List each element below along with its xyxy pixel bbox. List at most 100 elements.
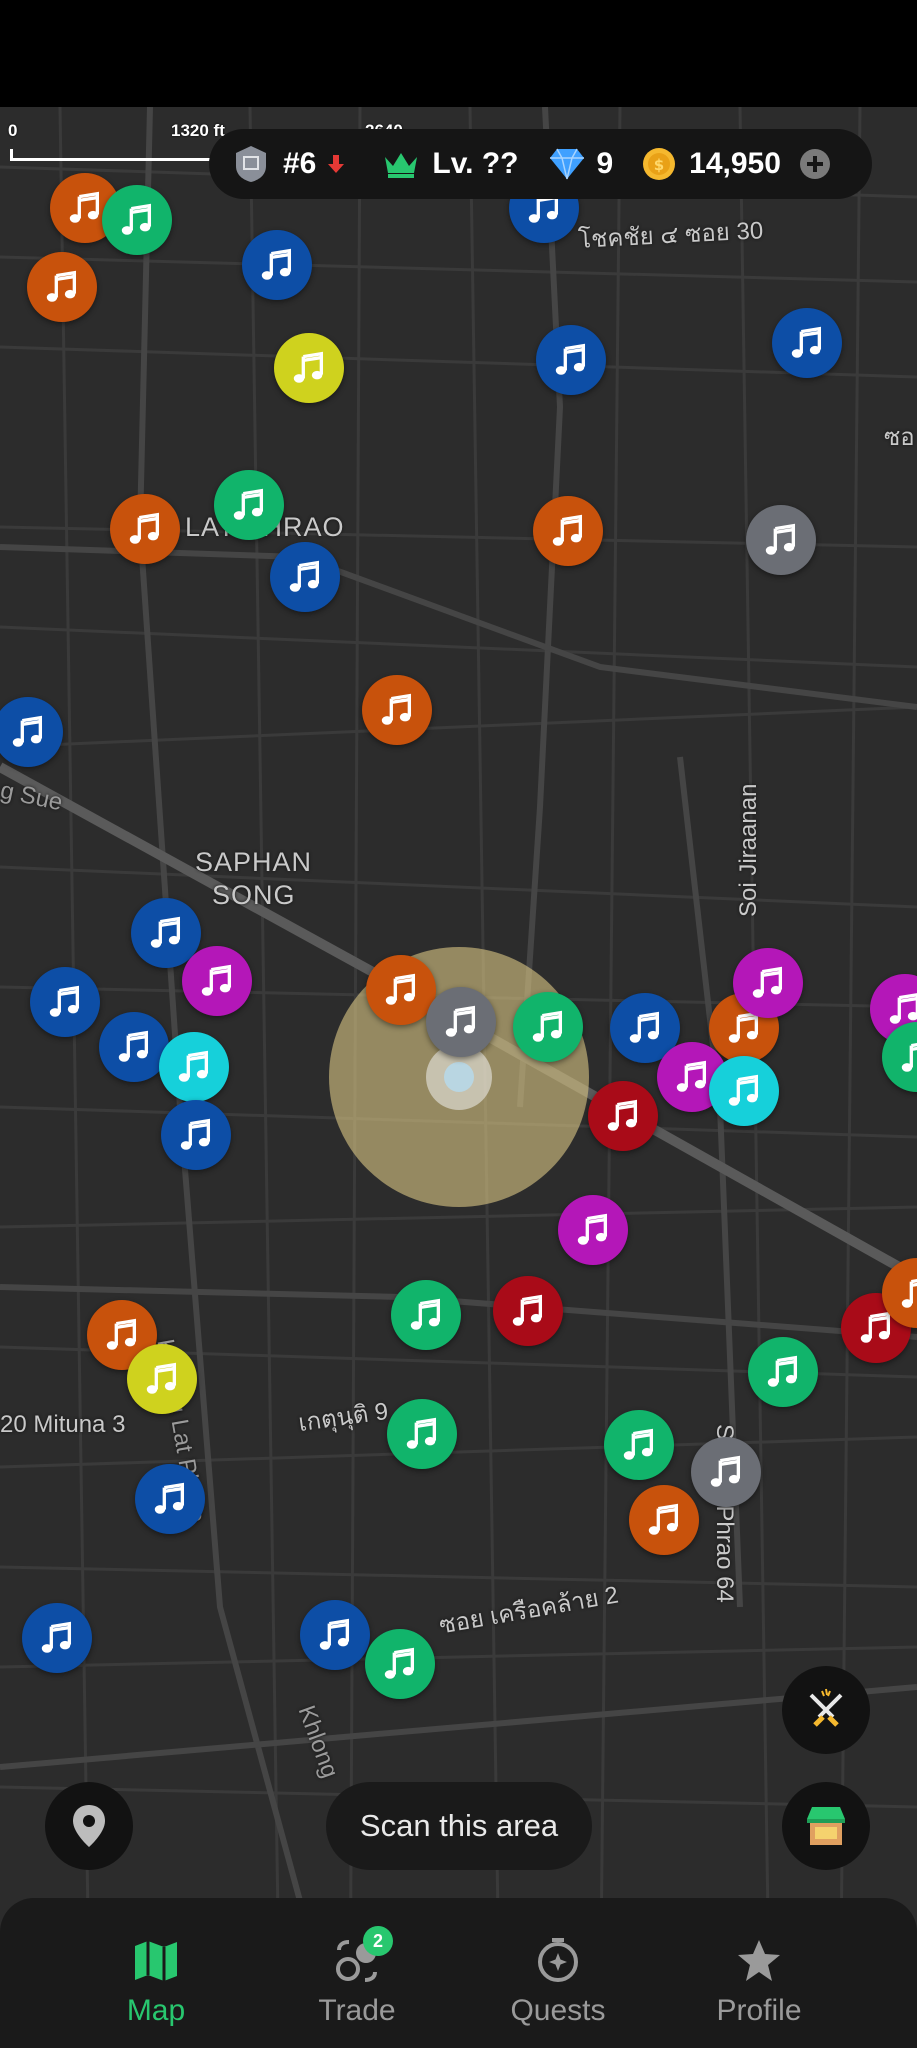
music-note-icon [201, 964, 232, 996]
music-note-icon [293, 351, 324, 383]
street-label-soi-jiraanan: Soi Jiraanan [735, 783, 762, 917]
top-hud[interactable]: #6 Lv. ?? 9 $ 14,950 [209, 129, 872, 199]
music-note-icon [46, 270, 77, 302]
music-note-icon [623, 1428, 654, 1460]
music-pin-blue[interactable] [242, 230, 312, 300]
music-pin-green[interactable] [387, 1399, 457, 1469]
music-pin-yellow[interactable] [127, 1344, 197, 1414]
music-pin-green[interactable] [365, 1629, 435, 1699]
gem-display[interactable]: 9 [548, 147, 613, 181]
music-note-icon [901, 1043, 917, 1072]
battle-button[interactable] [782, 1666, 870, 1754]
music-note-icon [765, 523, 796, 555]
map-icon [135, 1941, 177, 1981]
location-pin-icon [73, 1805, 105, 1847]
music-pin-red[interactable] [493, 1276, 563, 1346]
music-pin-orange[interactable] [533, 496, 603, 566]
bottom-nav: Map 2 Trade Quests Profile [0, 1898, 917, 2048]
music-note-icon [106, 1318, 137, 1350]
music-note-icon [512, 1294, 543, 1326]
quests-icon [538, 1938, 578, 1982]
svg-text:$: $ [654, 156, 664, 174]
music-pin-green[interactable] [391, 1280, 461, 1350]
music-pin-gray[interactable] [691, 1437, 761, 1507]
music-note-icon [154, 1482, 185, 1514]
music-pin-green[interactable] [214, 470, 284, 540]
rank-value: #6 [283, 147, 317, 180]
music-pin-magenta[interactable] [182, 946, 252, 1016]
tab-trade[interactable]: 2 Trade [277, 1926, 437, 2038]
music-note-icon [532, 1010, 563, 1042]
music-pin-green[interactable] [604, 1410, 674, 1480]
tab-quests[interactable]: Quests [478, 1938, 638, 2038]
music-pin-blue[interactable] [300, 1600, 370, 1670]
music-note-icon [41, 1621, 72, 1653]
shop-button[interactable] [782, 1782, 870, 1870]
music-pin-blue[interactable] [270, 542, 340, 612]
level-value: Lv. ?? [432, 147, 519, 180]
music-pin-blue[interactable] [536, 325, 606, 395]
music-pin-red[interactable] [588, 1081, 658, 1151]
music-note-icon [118, 1030, 149, 1062]
scan-area-button[interactable]: Scan this area [326, 1782, 592, 1870]
music-pin-orange[interactable] [629, 1485, 699, 1555]
coin-count: 14,950 [689, 147, 781, 180]
music-note-icon [901, 1279, 917, 1308]
location-button[interactable] [45, 1782, 133, 1870]
music-note-icon [121, 203, 152, 235]
tab-profile[interactable]: Profile [679, 1938, 839, 2038]
music-pin-green[interactable] [102, 185, 172, 255]
gem-count: 9 [596, 147, 614, 180]
music-pin-green[interactable] [748, 1337, 818, 1407]
music-pin-orange[interactable] [27, 252, 97, 322]
map-view[interactable]: 0 1320 ft 2640 ft LAT PHRAO SAPHAN SONG … [0, 107, 917, 2048]
music-note-icon [129, 512, 160, 544]
music-pin-cyan[interactable] [159, 1032, 229, 1102]
music-note-icon [381, 693, 412, 725]
music-note-icon [49, 985, 80, 1017]
music-pin-blue[interactable] [161, 1100, 231, 1170]
add-coins-button[interactable] [799, 148, 831, 180]
coin-display[interactable]: $ 14,950 [641, 146, 781, 182]
music-note-icon [410, 1298, 441, 1330]
music-pin-orange[interactable] [366, 955, 436, 1025]
music-pin-gray[interactable] [426, 987, 496, 1057]
music-note-icon [69, 191, 100, 223]
coin-icon: $ [643, 148, 676, 180]
music-note-icon [767, 1355, 798, 1387]
music-pin-blue[interactable] [22, 1603, 92, 1673]
map-scale: 0 1320 ft 2640 ft [8, 113, 403, 163]
music-pin-blue[interactable] [772, 308, 842, 378]
music-pin-green[interactable] [513, 992, 583, 1062]
music-note-icon [791, 326, 822, 358]
district-label-song: SONG [212, 880, 296, 910]
rank-down-arrow-icon [328, 155, 345, 173]
music-pin-yellow[interactable] [274, 333, 344, 403]
tab-map[interactable]: Map [76, 1938, 236, 2038]
music-pin-blue[interactable] [135, 1464, 205, 1534]
rank-display[interactable]: #6 [233, 144, 346, 184]
gem-icon [550, 148, 585, 180]
shop-icon [807, 1807, 845, 1845]
music-pin-gray[interactable] [746, 505, 816, 575]
music-note-icon [146, 1362, 177, 1394]
music-note-icon [384, 1647, 415, 1679]
music-note-icon [233, 488, 264, 520]
music-pin-cyan[interactable] [709, 1056, 779, 1126]
music-pin-blue[interactable] [30, 967, 100, 1037]
music-pin-orange[interactable] [362, 675, 432, 745]
street-label-cho: ซอ [884, 424, 915, 451]
scale-bar [10, 149, 220, 161]
music-note-icon [552, 514, 583, 546]
district-label-saphan: SAPHAN [195, 847, 313, 877]
crossed-swords-icon [809, 1688, 843, 1727]
music-note-icon [385, 973, 416, 1005]
crown-icon [385, 153, 418, 178]
music-pin-magenta[interactable] [733, 948, 803, 1018]
music-pin-magenta[interactable] [558, 1195, 628, 1265]
music-note-icon [629, 1011, 660, 1043]
street-label-mituna: 20 Mituna 3 [0, 1411, 126, 1438]
music-pin-orange[interactable] [110, 494, 180, 564]
level-display[interactable]: Lv. ?? [382, 147, 518, 181]
tab-quests-label: Quests [510, 1994, 606, 2027]
